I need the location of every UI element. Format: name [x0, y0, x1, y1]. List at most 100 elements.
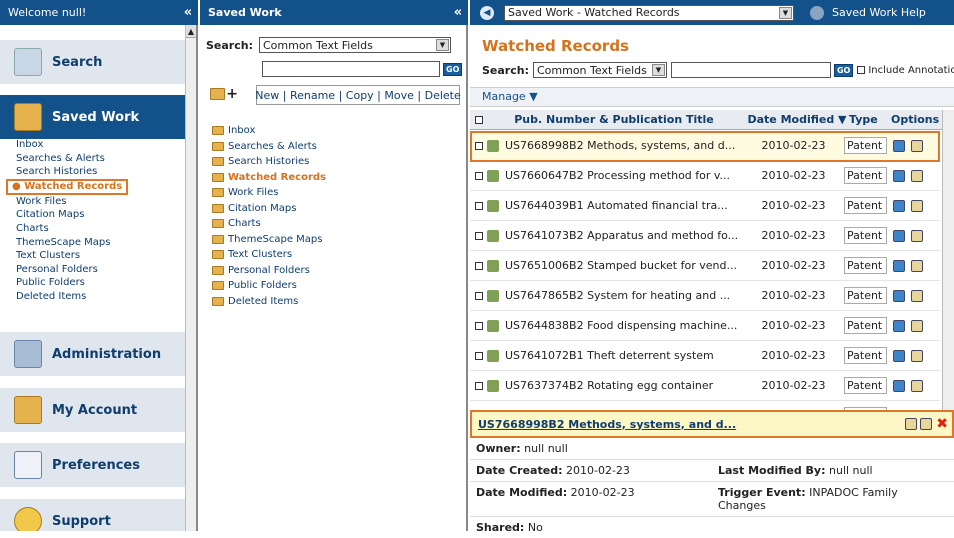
left-scrollbar[interactable]: ▲: [185, 25, 196, 531]
right-search-scope-select[interactable]: Common Text Fields ▼: [532, 62, 667, 78]
view-select[interactable]: Saved Work - Watched Records ▼: [504, 4, 794, 21]
nav-search[interactable]: Search: [0, 40, 187, 84]
detail-title-link[interactable]: US7668998B2 Methods, systems, and d...: [478, 418, 899, 431]
table-row[interactable]: US7644039B1 Automated financial tra... 20…: [470, 191, 940, 221]
row-title[interactable]: US7644039B1 Automated financial tra...: [505, 199, 743, 212]
delete-action[interactable]: Delete: [425, 89, 461, 102]
table-scrollbar[interactable]: [942, 110, 954, 410]
refresh-icon[interactable]: [893, 229, 905, 242]
back-icon[interactable]: ◀: [480, 5, 494, 20]
new-folder-button[interactable]: +: [210, 85, 238, 103]
sublist-item[interactable]: Deleted Items: [16, 290, 128, 304]
sublist-item[interactable]: Charts: [16, 222, 128, 236]
table-row[interactable]: US7641073B2 Apparatus and method fo... 20…: [470, 221, 940, 251]
sublist-item[interactable]: Work Files: [16, 195, 128, 209]
tree-item[interactable]: Citation Maps: [212, 201, 326, 217]
new-action[interactable]: New: [255, 89, 279, 102]
tree-item[interactable]: Deleted Items: [212, 294, 326, 310]
tree-item[interactable]: Searches & Alerts: [212, 139, 326, 155]
collapse-mid-button[interactable]: «: [448, 5, 468, 20]
refresh-icon[interactable]: [893, 169, 905, 182]
table-row[interactable]: US7641072B1 Theft deterrent system 2010-0…: [470, 341, 940, 371]
row-checkbox[interactable]: [475, 261, 483, 270]
nav-administration[interactable]: Administration: [0, 332, 187, 376]
edit-icon[interactable]: [905, 418, 918, 430]
nav-preferences[interactable]: Preferences: [0, 443, 187, 487]
right-search-input[interactable]: [670, 62, 831, 78]
watch-icon[interactable]: [911, 229, 923, 242]
table-row[interactable]: US7660647B2 Processing method for v... 20…: [470, 161, 940, 191]
col-title[interactable]: Pub. Number & Publication Title: [483, 113, 745, 126]
refresh-icon[interactable]: [893, 199, 905, 212]
nav-saved-work[interactable]: Saved Work: [0, 95, 187, 139]
tree-item[interactable]: Work Files: [212, 185, 326, 201]
table-row[interactable]: US7651006B2 Stamped bucket for vend... 20…: [470, 251, 940, 281]
tree-item[interactable]: Search Histories: [212, 154, 326, 170]
nav-support[interactable]: Support: [0, 499, 187, 531]
scroll-up-icon[interactable]: ▲: [186, 25, 196, 38]
row-checkbox[interactable]: [475, 201, 483, 210]
right-go-button[interactable]: GO: [833, 63, 854, 77]
watch-icon[interactable]: [911, 289, 923, 302]
table-row[interactable]: US7637374B2 Rotating egg container 2010-0…: [470, 371, 940, 401]
refresh-icon[interactable]: [893, 289, 905, 302]
tree-item[interactable]: ThemeScape Maps: [212, 232, 326, 248]
refresh-icon[interactable]: [893, 379, 905, 392]
saved-work-help-link[interactable]: Saved Work Help: [832, 6, 926, 19]
rename-action[interactable]: Rename: [290, 89, 335, 102]
row-title[interactable]: US7660647B2 Processing method for v...: [505, 169, 743, 182]
row-checkbox[interactable]: [475, 351, 483, 360]
sublist-item[interactable]: Public Folders: [16, 276, 128, 290]
include-annotations-checkbox[interactable]: [857, 66, 866, 74]
copy-action[interactable]: Copy: [346, 89, 374, 102]
close-icon[interactable]: ✖: [936, 416, 948, 432]
go-button[interactable]: GO: [443, 62, 463, 76]
sublist-item[interactable]: Citation Maps: [16, 208, 128, 222]
tree-item[interactable]: Text Clusters: [212, 247, 326, 263]
collapse-left-button[interactable]: «: [178, 5, 198, 20]
watch-icon[interactable]: [911, 319, 923, 332]
watch-icon[interactable]: [920, 418, 933, 430]
row-checkbox[interactable]: [475, 321, 483, 330]
watch-icon[interactable]: [911, 379, 923, 392]
watch-icon[interactable]: [911, 199, 923, 212]
sublist-item[interactable]: Inbox: [16, 138, 128, 152]
watch-icon[interactable]: [911, 169, 923, 182]
row-title[interactable]: US7641073B2 Apparatus and method fo...: [505, 229, 743, 242]
sublist-item[interactable]: Search Histories: [16, 165, 128, 179]
watch-icon[interactable]: [911, 259, 923, 272]
sublist-item[interactable]: Text Clusters: [16, 249, 128, 263]
sublist-item[interactable]: Personal Folders: [16, 263, 128, 277]
select-all-checkbox[interactable]: [475, 115, 483, 124]
tree-item[interactable]: Personal Folders: [212, 263, 326, 279]
table-row[interactable]: US7644838B2 Food dispensing machine... 20…: [470, 311, 940, 341]
search-scope-select[interactable]: Common Text Fields ▼: [258, 37, 451, 53]
tree-item[interactable]: Charts: [212, 216, 326, 232]
sublist-item[interactable]: ThemeScape Maps: [16, 236, 128, 250]
row-checkbox[interactable]: [475, 171, 483, 180]
refresh-icon[interactable]: [893, 349, 905, 362]
refresh-icon[interactable]: [893, 319, 905, 332]
nav-my-account[interactable]: My Account: [0, 388, 187, 432]
refresh-icon[interactable]: [893, 259, 905, 272]
tree-item-selected[interactable]: Watched Records: [212, 170, 326, 186]
row-checkbox[interactable]: [475, 381, 483, 390]
move-action[interactable]: Move: [384, 89, 414, 102]
row-title[interactable]: US7637374B2 Rotating egg container: [505, 379, 743, 392]
row-checkbox[interactable]: [475, 291, 483, 300]
col-date-modified[interactable]: Date Modified ▼: [745, 113, 849, 126]
sublist-item-selected[interactable]: ● Watched Records: [6, 178, 128, 195]
row-checkbox[interactable]: [475, 231, 483, 240]
sublist-item[interactable]: Searches & Alerts: [16, 152, 128, 166]
row-title[interactable]: US7651006B2 Stamped bucket for vend...: [505, 259, 743, 272]
col-type[interactable]: Type: [849, 113, 891, 126]
table-row[interactable]: US7647865B2 System for heating and ... 20…: [470, 281, 940, 311]
row-title[interactable]: US7641072B1 Theft deterrent system: [505, 349, 743, 362]
tree-item[interactable]: Public Folders: [212, 278, 326, 294]
watch-icon[interactable]: [911, 349, 923, 362]
search-input[interactable]: [262, 61, 440, 77]
row-title[interactable]: US7644838B2 Food dispensing machine...: [505, 319, 743, 332]
manage-menu[interactable]: Manage ▼: [470, 87, 954, 107]
tree-item[interactable]: Inbox: [212, 123, 326, 139]
row-title[interactable]: US7647865B2 System for heating and ...: [505, 289, 743, 302]
